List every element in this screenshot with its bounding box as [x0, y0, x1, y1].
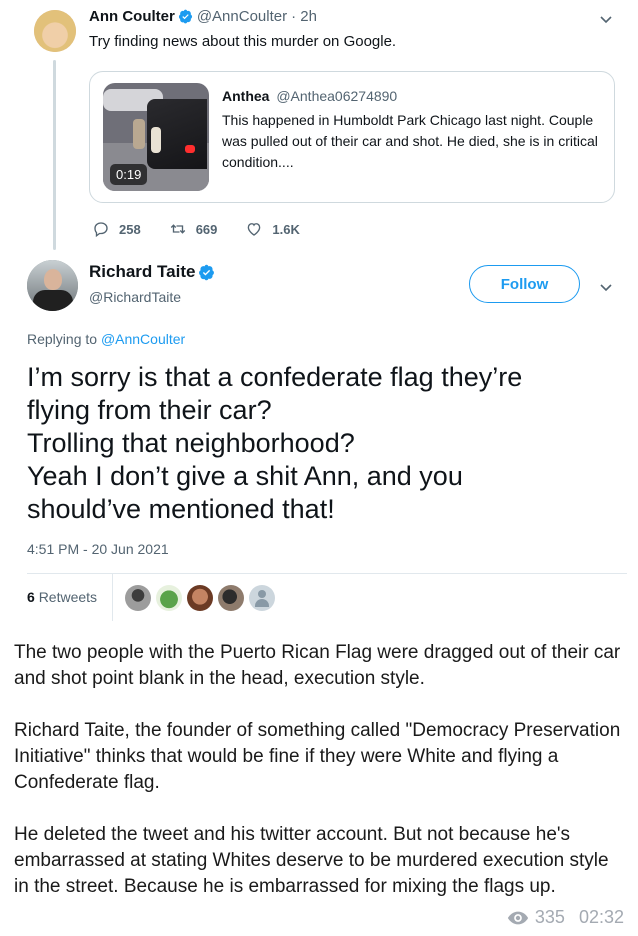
follow-button[interactable]: Follow	[469, 265, 580, 303]
heart-icon	[248, 223, 261, 236]
retweeter-avatars	[125, 585, 280, 611]
message-caption: The two people with the Puerto Rican Fla…	[14, 640, 626, 900]
tweet-line: should’ve mentioned that!	[27, 494, 335, 524]
ann-coulter-avatar[interactable]	[34, 10, 76, 52]
retweet-summary-label: Retweets	[38, 589, 98, 605]
parent-author-handle[interactable]: @AnnCoulter	[197, 8, 287, 25]
more-chevron-icon[interactable]	[598, 11, 614, 27]
tweet-timestamp[interactable]: 4:51 PM - 20 Jun 2021	[27, 541, 169, 557]
thread-line	[53, 60, 56, 250]
divider	[27, 573, 627, 574]
parent-tweet-time[interactable]: · 2h	[291, 8, 317, 25]
more-chevron-icon[interactable]	[598, 279, 614, 295]
retweet-count: 669	[195, 221, 218, 237]
retweet-summary-count: 6	[27, 589, 35, 605]
main-tweet-author: Richard Taite	[89, 262, 219, 282]
reply-count: 258	[119, 221, 141, 237]
tweet-line: Yeah I don’t give a shit Ann, and you	[27, 461, 463, 491]
verified-badge-icon	[199, 264, 215, 280]
quoted-tweet[interactable]: 0:19 Anthea @Anthea06274890 This happene…	[89, 71, 615, 203]
tweet-line: Trolling that neighborhood?	[27, 428, 355, 458]
main-tweet-text: I’m sorry is that a confederate flag the…	[27, 361, 617, 526]
message-time: 02:32	[578, 907, 624, 927]
retweeter-avatar[interactable]	[156, 585, 182, 611]
quoted-tweet-text: This happened in Humboldt Park Chicago l…	[222, 112, 598, 170]
reply-icon	[94, 222, 108, 238]
replying-prefix: Replying to	[27, 331, 98, 347]
view-count: 335	[534, 907, 565, 927]
divider	[112, 573, 113, 621]
parent-author-name[interactable]: Ann Coulter	[89, 8, 175, 25]
caption-paragraph: He deleted the tweet and his twitter acc…	[14, 824, 609, 897]
parent-tweet-header: Ann Coulter @AnnCoulter · 2h	[89, 8, 317, 25]
video-thumbnail[interactable]: 0:19	[103, 83, 209, 191]
quoted-author-name[interactable]: Anthea	[222, 88, 269, 104]
tweet-line: flying from their car?	[27, 395, 272, 425]
replying-to: Replying to @AnnCoulter	[27, 331, 185, 347]
like-button[interactable]: 1.6K	[245, 220, 300, 238]
retweet-summary[interactable]: 6 Retweets	[27, 589, 97, 605]
verified-badge-icon	[178, 9, 192, 24]
retweet-icon	[170, 224, 185, 234]
quoted-tweet-header: Anthea @Anthea06274890	[222, 88, 397, 104]
reply-button[interactable]: 258	[92, 220, 141, 238]
video-duration: 0:19	[110, 164, 148, 185]
richard-taite-avatar[interactable]	[27, 260, 78, 311]
retweeter-avatar[interactable]	[125, 585, 151, 611]
message-meta: 335 02:32	[507, 907, 624, 928]
tweet-screenshot: Ann Coulter @AnnCoulter · 2h Try finding…	[0, 0, 638, 622]
caption-paragraph: The two people with the Puerto Rican Fla…	[14, 642, 621, 689]
main-author-handle[interactable]: @RichardTaite	[89, 289, 181, 305]
retweeter-avatar[interactable]	[187, 585, 213, 611]
retweet-button[interactable]: 669	[169, 220, 218, 238]
tweet-line: I’m sorry is that a confederate flag the…	[27, 362, 523, 392]
caption-paragraph: Richard Taite, the founder of something …	[14, 720, 621, 793]
quoted-author-handle[interactable]: @Anthea06274890	[276, 88, 397, 104]
eye-icon	[507, 911, 528, 924]
main-author-name[interactable]: Richard Taite	[89, 262, 195, 282]
parent-tweet-actions: 258 669 1.6K	[92, 220, 328, 238]
parent-tweet-text: Try finding news about this murder on Go…	[89, 33, 397, 50]
replying-to-link[interactable]: @AnnCoulter	[101, 331, 185, 347]
default-avatar-icon[interactable]	[249, 585, 275, 611]
retweeter-avatar[interactable]	[218, 585, 244, 611]
like-count: 1.6K	[272, 221, 300, 237]
